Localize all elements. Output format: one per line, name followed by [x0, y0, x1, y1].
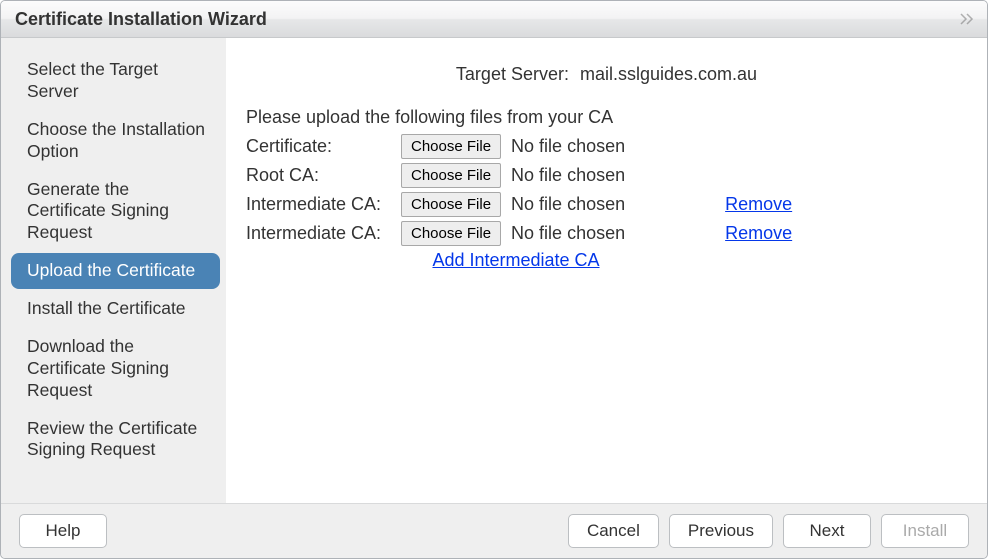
add-intermediate-link[interactable]: Add Intermediate CA [432, 250, 599, 270]
file-status-text: No file chosen [511, 132, 625, 161]
wizard-step[interactable]: Review the Certificate Signing Request [11, 411, 220, 469]
target-server-value: mail.sslguides.com.au [580, 64, 757, 84]
wizard-step[interactable]: Generate the Certificate Signing Request [11, 172, 220, 252]
choose-file-button[interactable]: Choose File [401, 192, 501, 217]
install-button: Install [881, 514, 969, 548]
wizard-step[interactable]: Select the Target Server [11, 52, 220, 110]
wizard-footer: Help Cancel Previous Next Install [1, 503, 987, 558]
remove-link[interactable]: Remove [725, 223, 792, 243]
file-status-text: No file chosen [511, 219, 625, 248]
wizard-step[interactable]: Install the Certificate [11, 291, 220, 327]
remove-link[interactable]: Remove [725, 194, 792, 214]
file-upload-row: Intermediate CA:Choose File No file chose… [246, 190, 792, 219]
file-row-label: Intermediate CA: [246, 219, 401, 248]
file-upload-row: Root CA:Choose File No file chosen [246, 161, 792, 190]
wizard-window: Certificate Installation Wizard Select t… [0, 0, 988, 559]
window-title: Certificate Installation Wizard [15, 9, 267, 30]
wizard-step[interactable]: Download the Certificate Signing Request [11, 329, 220, 409]
upload-instructions: Please upload the following files from y… [246, 107, 967, 128]
file-row-label: Certificate: [246, 132, 401, 161]
file-row-label: Intermediate CA: [246, 190, 401, 219]
choose-file-button[interactable]: Choose File [401, 134, 501, 159]
file-upload-rows: Certificate:Choose FileNo file chosenRoo… [246, 132, 792, 248]
file-status-text: No file chosen [511, 161, 625, 190]
titlebar: Certificate Installation Wizard [1, 1, 987, 38]
target-server-label: Target Server: [456, 64, 569, 84]
next-button[interactable]: Next [783, 514, 871, 548]
wizard-steps-sidebar: Select the Target ServerChoose the Insta… [1, 38, 226, 503]
body: Select the Target ServerChoose the Insta… [1, 38, 987, 503]
file-upload-row: Intermediate CA:Choose File No file chose… [246, 219, 792, 248]
choose-file-button[interactable]: Choose File [401, 221, 501, 246]
main-panel: Target Server: mail.sslguides.com.au Ple… [226, 38, 987, 503]
choose-file-button[interactable]: Choose File [401, 163, 501, 188]
help-button[interactable]: Help [19, 514, 107, 548]
expand-icon[interactable] [959, 12, 977, 26]
cancel-button[interactable]: Cancel [568, 514, 659, 548]
file-row-label: Root CA: [246, 161, 401, 190]
file-upload-row: Certificate:Choose File No file chosen [246, 132, 792, 161]
wizard-step[interactable]: Upload the Certificate [11, 253, 220, 289]
previous-button[interactable]: Previous [669, 514, 773, 548]
file-status-text: No file chosen [511, 190, 625, 219]
wizard-step[interactable]: Choose the Installation Option [11, 112, 220, 170]
target-server-line: Target Server: mail.sslguides.com.au [246, 64, 967, 85]
